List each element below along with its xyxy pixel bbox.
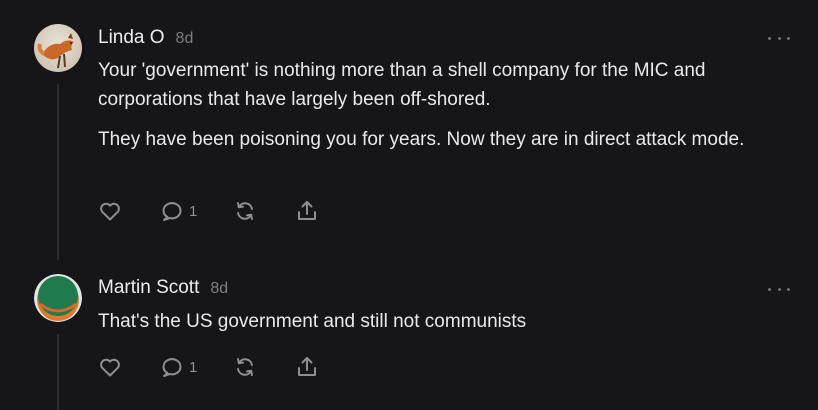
comment-header: Martin Scott 8d <box>98 277 228 299</box>
author-name[interactable]: Martin Scott <box>98 277 199 299</box>
avatar[interactable] <box>34 274 82 322</box>
comment-linda-o: Linda O 8d Your 'government' is nothing … <box>0 0 818 260</box>
like-button[interactable] <box>98 199 122 223</box>
reply-count: 1 <box>189 202 198 220</box>
comment-body: That's the US government and still not c… <box>98 307 778 347</box>
comment-actions: 1 <box>98 354 319 380</box>
fox-avatar-icon <box>34 24 82 72</box>
reply-button[interactable]: 1 <box>160 199 197 223</box>
comment-age[interactable]: 8d <box>210 280 228 298</box>
comment-bubble-icon <box>162 358 182 377</box>
more-dots-icon[interactable] <box>768 286 790 292</box>
more-dots-icon[interactable] <box>768 35 790 41</box>
comment-paragraph: They have been poisoning you for years. … <box>98 129 745 150</box>
share-button[interactable] <box>295 355 319 379</box>
comment-thread: Linda O 8d Your 'government' is nothing … <box>0 0 818 410</box>
avatar[interactable] <box>34 24 82 72</box>
author-name[interactable]: Linda O <box>98 27 165 49</box>
comment-martin-scott: Martin Scott 8d That's the US government… <box>0 260 818 410</box>
restack-button[interactable] <box>233 355 257 379</box>
share-upload-icon <box>298 357 317 376</box>
like-button[interactable] <box>98 355 122 379</box>
comment-header: Linda O 8d <box>98 27 193 49</box>
heart-icon <box>100 358 120 377</box>
reply-count: 1 <box>189 358 198 376</box>
comment-paragraph: That's the US government and still not c… <box>98 311 527 332</box>
share-upload-icon <box>298 201 317 220</box>
comment-age[interactable]: 8d <box>176 30 194 48</box>
share-button[interactable] <box>295 199 319 223</box>
comment-paragraph: Your 'government' is nothing more than a… <box>98 60 706 110</box>
green-orange-circle-avatar-icon <box>34 274 82 322</box>
comment-actions: 1 <box>98 198 319 224</box>
comment-body: Your 'government' is nothing more than a… <box>98 56 778 165</box>
thread-line <box>57 334 59 410</box>
thread-line <box>57 84 59 260</box>
restack-arrows-icon <box>237 202 254 220</box>
heart-icon <box>100 202 120 221</box>
comment-bubble-icon <box>162 202 182 221</box>
restack-arrows-icon <box>237 358 254 376</box>
restack-button[interactable] <box>233 199 257 223</box>
reply-button[interactable]: 1 <box>160 355 197 379</box>
